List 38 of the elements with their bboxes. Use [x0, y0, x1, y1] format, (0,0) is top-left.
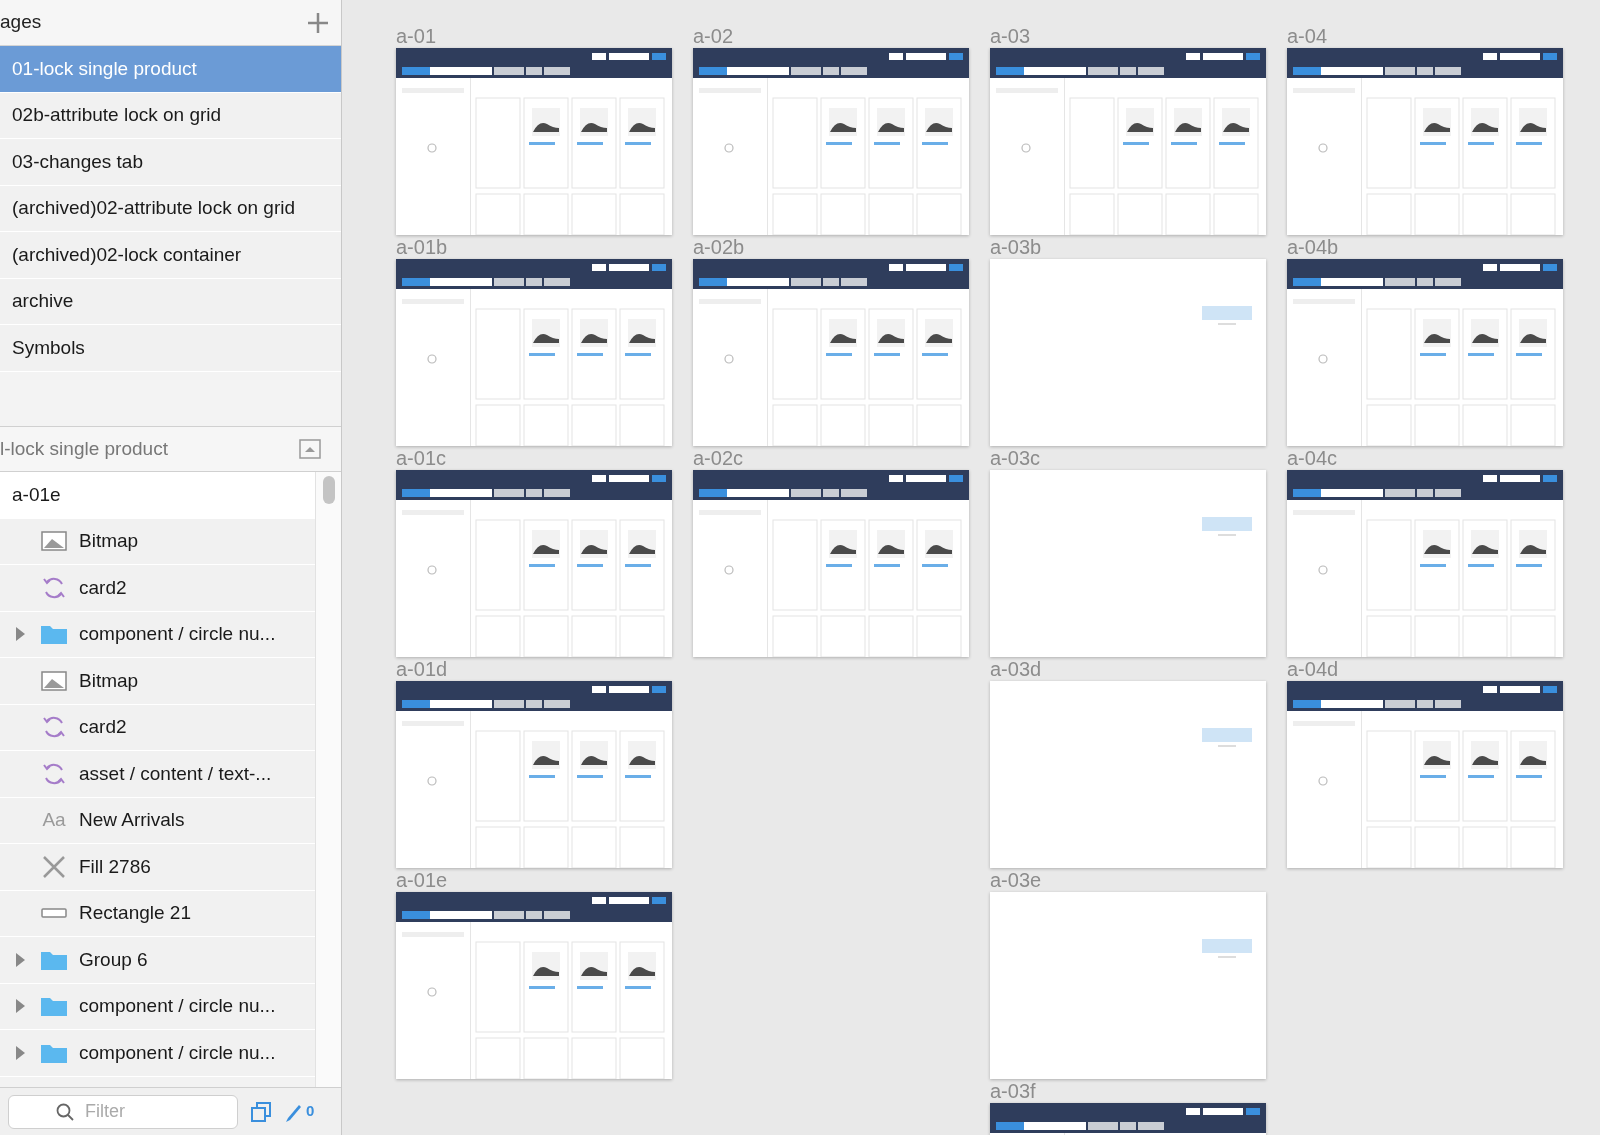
- folder-icon: [40, 995, 68, 1018]
- symbol-icon: [41, 761, 67, 786]
- layer-name: Bitmap: [79, 668, 139, 693]
- layer-name: Bitmap: [79, 529, 139, 553]
- layer-name: card2: [79, 715, 127, 739]
- filter-field[interactable]: Filter: [8, 1094, 238, 1129]
- caret-right-icon[interactable]: [14, 1044, 26, 1061]
- layer-name: component / circle nu...: [79, 994, 276, 1018]
- layer-name: asset / content / text-...: [79, 761, 272, 786]
- search-icon: [56, 1102, 74, 1121]
- layer-name: card2: [79, 575, 127, 600]
- scrollbar-thumb[interactable]: [322, 476, 335, 504]
- layer-name: component / circle nu...: [79, 622, 276, 646]
- symbol-icon: [41, 715, 67, 740]
- image-icon: [41, 531, 67, 552]
- panel-title: ages: [0, 10, 42, 35]
- caret-right-icon[interactable]: [14, 626, 26, 643]
- caret-right-icon[interactable]: [14, 998, 26, 1015]
- layer-name: Fill 2786: [79, 854, 151, 879]
- folder-icon: [40, 623, 68, 646]
- edit-count: 0: [306, 1101, 315, 1122]
- add-icon[interactable]: [307, 11, 329, 34]
- image-icon: [41, 670, 67, 691]
- cross-icon: [42, 854, 66, 879]
- pencil-icon[interactable]: [284, 1102, 302, 1123]
- layer-name: component / circle nu...: [79, 1040, 276, 1065]
- layer-item[interactable]: a-01e: [0, 472, 315, 519]
- layer-name: Rectangle 21: [79, 901, 191, 925]
- symbol-icon: [41, 575, 67, 600]
- layer-name: Group 6: [79, 947, 148, 972]
- caret-right-icon[interactable]: [14, 951, 26, 968]
- text-layer-icon: Aa: [42, 806, 66, 835]
- layer-name: New Arrivals: [79, 808, 185, 832]
- panel-title: l-lock single product: [0, 436, 168, 461]
- layer-name: a-01e: [12, 482, 61, 507]
- collapse-icon[interactable]: [299, 439, 321, 459]
- copy-icon[interactable]: [250, 1100, 272, 1123]
- rectangle-icon: [41, 907, 67, 920]
